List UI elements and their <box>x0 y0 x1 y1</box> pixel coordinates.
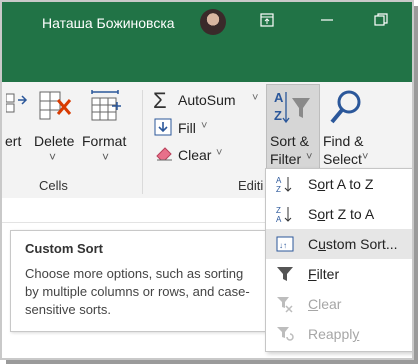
ribbon-display-icon[interactable] <box>260 13 274 30</box>
svg-text:Z: Z <box>276 185 281 193</box>
menu-item-custom-sort[interactable]: ↓↑ Custom Sort... <box>266 229 412 259</box>
user-avatar[interactable] <box>200 9 226 35</box>
minimize-icon[interactable] <box>320 13 334 30</box>
menu-item-label: Clear <box>308 296 342 312</box>
menu-item-sort-a-to-z[interactable]: AZ Sort A to Z <box>266 169 412 199</box>
title-bar: Наташа Божиновска <box>2 2 412 49</box>
ribbon-top-band <box>2 70 412 82</box>
delete-button[interactable]: Delete <box>34 133 74 149</box>
find-select-label-line2[interactable]: Select <box>323 151 362 167</box>
sort-a-to-z-icon: AZ <box>276 175 294 194</box>
tab-strip <box>2 49 412 70</box>
delete-dropdown-arrow[interactable]: ˅ <box>49 150 56 164</box>
menu-item-label: Filter <box>308 266 340 282</box>
autosum-dropdown-arrow[interactable]: ˅ <box>252 92 258 104</box>
svg-text:A: A <box>274 90 284 105</box>
group-separator <box>142 90 143 194</box>
svg-text:A: A <box>276 215 282 223</box>
menu-item-sort-z-to-a[interactable]: ZA Sort Z to A <box>266 199 412 229</box>
find-select-label-line1[interactable]: Find & <box>323 133 363 149</box>
sort-z-to-a-icon: ZA <box>276 205 294 224</box>
format-cells-icon[interactable] <box>88 88 122 129</box>
menu-item-label: Sort Z to A <box>308 206 375 222</box>
excel-window: Наташа Божиновска ert Delete ˅ Format ˅ … <box>0 0 414 360</box>
svg-text:Z: Z <box>276 206 281 215</box>
custom-sort-icon: ↓↑ <box>276 235 294 253</box>
svg-text:A: A <box>276 176 282 185</box>
sort-filter-label-line1: Sort & <box>270 133 309 149</box>
autosum-button[interactable]: AutoSum <box>178 92 236 108</box>
format-dropdown-arrow[interactable]: ˅ <box>102 150 109 164</box>
menu-item-clear[interactable]: Clear <box>266 289 412 319</box>
format-button[interactable]: Format <box>82 133 126 149</box>
clear-filter-icon <box>276 295 294 313</box>
svg-text:↓↑: ↓↑ <box>279 241 287 250</box>
sort-filter-dropdown-arrow[interactable]: ˅ <box>306 151 312 163</box>
editing-group-label: Editi <box>238 178 264 193</box>
reapply-icon <box>276 325 294 343</box>
insert-cells-icon[interactable] <box>5 90 28 129</box>
sort-filter-label-line2: Filter <box>270 151 302 167</box>
menu-item-label: Sort A to Z <box>308 176 374 192</box>
menu-item-filter[interactable]: Filter <box>266 259 412 289</box>
find-select-dropdown-arrow[interactable]: ˅ <box>362 151 368 163</box>
fill-down-icon[interactable] <box>154 118 172 141</box>
menu-item-reapply[interactable]: Reapply <box>266 319 412 349</box>
tooltip-body: Choose more options, such as sorting by … <box>25 266 250 317</box>
user-name: Наташа Божиновска <box>42 15 175 31</box>
grid-line <box>2 222 272 223</box>
filter-icon <box>276 265 294 283</box>
insert-label[interactable]: ert <box>5 133 21 149</box>
custom-sort-tooltip: Custom Sort Choose more options, such as… <box>10 230 266 332</box>
fill-button[interactable]: Fill <box>178 120 196 136</box>
cells-group-label: Cells <box>39 178 68 193</box>
clear-dropdown-arrow[interactable]: ˅ <box>216 147 222 159</box>
menu-item-label: Reapply <box>308 326 360 342</box>
sort-filter-icon: AZ <box>272 88 312 133</box>
svg-text:Z: Z <box>274 108 282 123</box>
magnifier-icon[interactable] <box>328 88 364 131</box>
restore-icon[interactable] <box>374 13 388 30</box>
fill-dropdown-arrow[interactable]: ˅ <box>201 120 207 132</box>
eraser-icon[interactable] <box>154 144 174 167</box>
sort-filter-menu: AZ Sort A to Z ZA Sort Z to A ↓↑ Custom … <box>265 168 412 352</box>
clear-button[interactable]: Clear <box>178 147 211 163</box>
delete-cells-icon[interactable] <box>38 88 74 129</box>
tooltip-title: Custom Sort <box>25 241 103 256</box>
autosum-icon[interactable]: Σ <box>153 88 167 114</box>
menu-item-label: Custom Sort... <box>308 236 398 252</box>
